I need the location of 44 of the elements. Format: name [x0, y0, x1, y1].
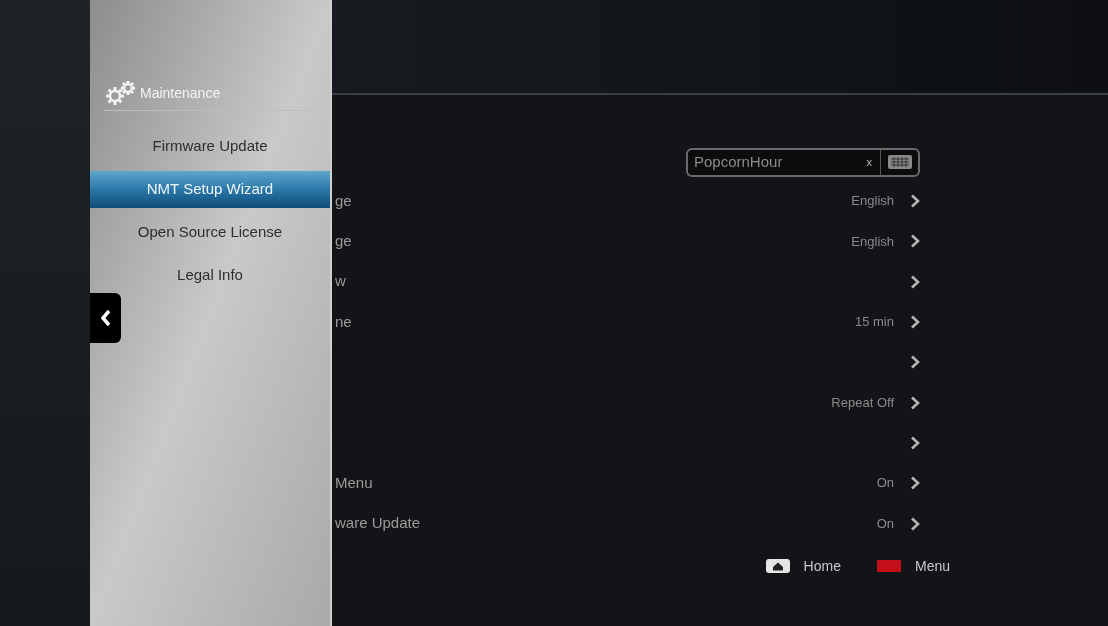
- field-value: PopcornHour: [693, 151, 784, 172]
- setting-label: ge: [335, 231, 352, 252]
- menu-item[interactable]: Legal Info: [90, 254, 330, 297]
- keyboard-icon: [886, 154, 913, 170]
- chevron-right-icon: [910, 234, 920, 249]
- setting-value: On: [876, 474, 894, 493]
- setting-value: English: [851, 192, 894, 211]
- gears-icon: [104, 80, 138, 106]
- setting-value: 15 min: [854, 313, 894, 332]
- menu-item[interactable]: Open Source License: [90, 211, 330, 254]
- remote-key-icon: [876, 560, 901, 573]
- chevron-right-icon: [910, 355, 920, 370]
- setting-row[interactable]: w: [332, 261, 920, 302]
- setting-row[interactable]: ge English: [332, 181, 920, 222]
- setting-value: On: [876, 514, 894, 533]
- chevron-right-icon: [910, 315, 920, 330]
- setting-label: Menu: [335, 472, 373, 493]
- setting-label: ne: [335, 311, 352, 332]
- chevron-right-icon: [910, 194, 920, 209]
- chevron-left-icon: [99, 309, 112, 327]
- back-tab[interactable]: [90, 293, 121, 343]
- setting-label: ge: [335, 190, 352, 211]
- chevron-right-icon: [910, 516, 920, 531]
- setting-row[interactable]: Repeat Off: [332, 382, 920, 423]
- chevron-right-icon: [910, 395, 920, 410]
- setting-label: w: [335, 271, 346, 292]
- chevron-right-icon: [910, 274, 920, 289]
- setting-row[interactable]: Menu On: [332, 463, 920, 504]
- chevron-right-icon: [910, 476, 920, 491]
- name-field[interactable]: PopcornHour x: [686, 147, 920, 177]
- home-key-icon: [765, 559, 790, 574]
- setting-row[interactable]: ware Update On: [332, 503, 920, 544]
- clear-button[interactable]: x: [858, 153, 880, 171]
- setting-row[interactable]: ge English: [332, 221, 920, 262]
- hint-label: Home: [803, 556, 841, 576]
- menu-item[interactable]: NMT Setup Wizard: [90, 171, 330, 208]
- section-title: Maintenance: [140, 83, 221, 103]
- setting-value: English: [851, 232, 894, 251]
- setting-row[interactable]: ne 15 min: [332, 301, 920, 343]
- setting-label: ware Update: [335, 513, 421, 534]
- menu-item[interactable]: Firmware Update: [90, 125, 330, 168]
- hint-label: Menu: [914, 556, 950, 576]
- chevron-right-icon: [910, 435, 920, 450]
- setting-value: Repeat Off: [831, 393, 894, 412]
